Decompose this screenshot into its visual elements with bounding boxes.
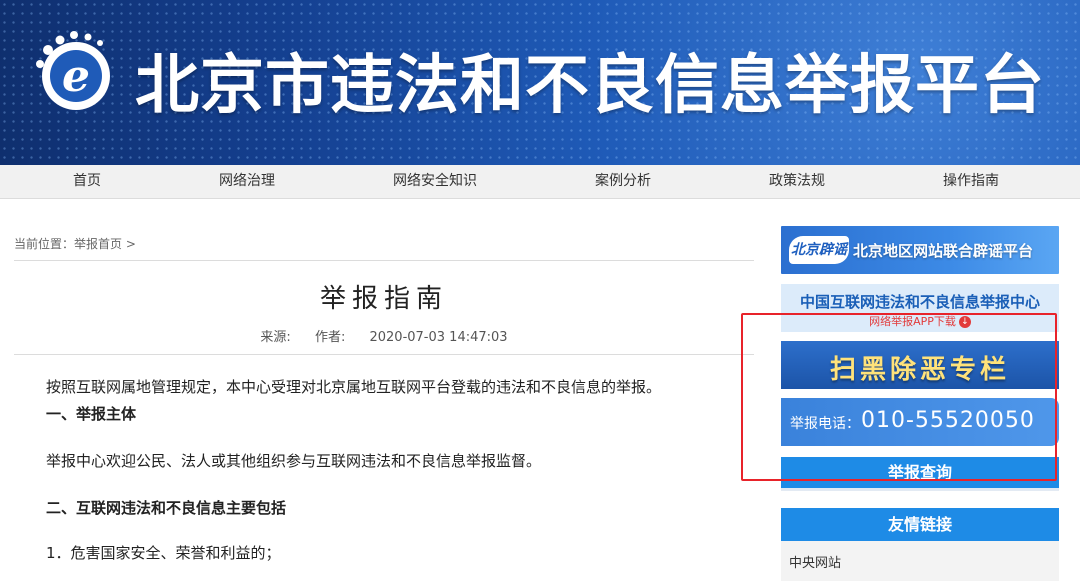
article-title: 举报指南 [319,284,448,314]
article-paragraph: 1．危害国家安全、荣誉和利益的； [46,544,281,562]
meta-divider [14,354,754,355]
report-center-title: 中国互联网违法和不良信息举报中心 [799,293,1040,311]
site-title: 北京市违法和不良信息举报平台 [135,49,1045,123]
article-heading: 一、举报主体 [46,405,137,423]
article-paragraph: 按照互联网属地管理规定，本中心受理对北京属地互联网平台登载的违法和不良信息的举报… [46,378,662,396]
rumor-logo: 北京辟谣 [789,236,849,264]
source-label: 来源: [260,330,291,345]
nav-item-case-analysis[interactable]: 案例分析 [595,165,651,198]
rumor-platform-text: 北京地区网站联合辟谣平台 [853,242,1034,260]
rumor-platform-banner[interactable]: 北京辟谣 北京地区网站联合辟谣平台 [781,226,1059,274]
nav-item-home[interactable]: 首页 [73,165,101,198]
article-meta: 来源: 作者: 2020-07-03 14:47:03 [14,326,754,345]
nav-item-policy[interactable]: 政策法规 [769,165,825,198]
svg-text:e: e [62,51,90,102]
friendly-link-item[interactable]: 中央网站 [789,552,841,571]
article-heading: 二、互联网违法和不良信息主要包括 [46,499,287,517]
query-divider [781,488,1059,491]
breadcrumb-separator: > [125,237,136,251]
friendly-links-header: 友情链接 [781,508,1059,541]
site-logo-icon[interactable]: e [28,28,124,124]
breadcrumb-divider [14,260,754,261]
breadcrumb-home-link[interactable]: 举报首页 [74,237,122,251]
breadcrumb: 当前位置：举报首页 > [14,235,136,252]
main-nav: 首页 网络治理 网络安全知识 案例分析 政策法规 操作指南 [0,165,1080,199]
author-label: 作者: [314,330,346,345]
publish-datetime: 2020-07-03 14:47:03 [369,330,508,345]
nav-item-governance[interactable]: 网络治理 [219,165,275,198]
highlight-box [741,313,1057,481]
nav-item-guide[interactable]: 操作指南 [943,165,999,198]
breadcrumb-prefix: 当前位置： [14,237,75,251]
nav-item-security-knowledge[interactable]: 网络安全知识 [393,165,477,198]
article-paragraph: 举报中心欢迎公民、法人或其他组织参与互联网违法和不良信息举报监督。 [46,452,542,470]
header-banner: e 北京市违法和不良信息举报平台 [0,0,1080,165]
friendly-links-list: 中央网站 [781,541,1059,581]
